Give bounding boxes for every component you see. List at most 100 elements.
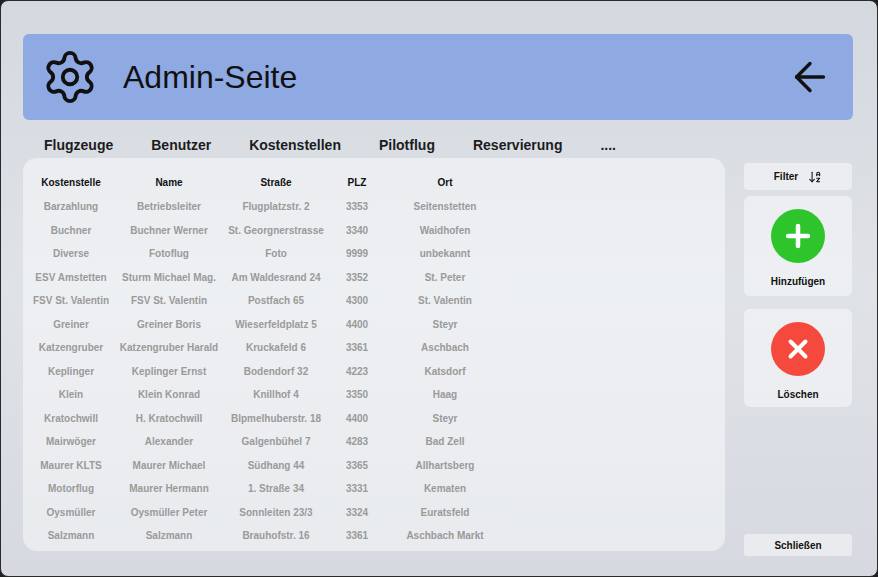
table-cell: Greiner Boris [119, 319, 219, 330]
table-cell: 3361 [333, 530, 381, 541]
arrow-left-icon [787, 54, 833, 100]
tab[interactable]: Flugzeuge [44, 137, 113, 153]
table-cell: Bodendorf 32 [219, 366, 333, 377]
table-cell: Alexander [119, 436, 219, 447]
table-cell: Foto [219, 248, 333, 259]
action-label: Löschen [777, 389, 818, 401]
tab-bar: Flugzeuge Benutzer Kostenstellen Pilotflug R… [23, 120, 853, 158]
table-cell: Aschbach Markt [381, 530, 509, 541]
cost-center-table: KostenstelleNameStraßePLZOrt BarzahlungBe… [23, 158, 725, 551]
table-row[interactable]: KatzengruberKatzengruber HaraldKruckafel… [23, 336, 725, 360]
table-cell: Buchner [23, 225, 119, 236]
table-cell: Katzengruber [23, 342, 119, 353]
tab[interactable]: Pilotflug [379, 137, 435, 153]
sort-az-icon [808, 170, 822, 184]
table-cell: Oysmüller Peter [119, 507, 219, 518]
filter-button[interactable]: Filter [744, 163, 852, 190]
table-cell: Keplinger Ernst [119, 366, 219, 377]
column-header[interactable]: Straße [219, 177, 333, 188]
delete-circle [771, 322, 825, 376]
table-row[interactable]: OysmüllerOysmüller PeterSonnleiten 23/33… [23, 501, 725, 525]
table-cell: Mairwöger [23, 436, 119, 447]
table-cell: Aschbach [381, 342, 509, 353]
table-cell: 3350 [333, 389, 381, 400]
table-row[interactable]: MotorflugMaurer Hermann1. Straße 343331K… [23, 477, 725, 501]
column-header[interactable]: PLZ [333, 177, 381, 188]
table-cell: Blpmelhuberstr. 18 [219, 413, 333, 424]
table-cell: Seitenstetten [381, 201, 509, 212]
table-cell: Klein Konrad [119, 389, 219, 400]
back-button[interactable] [787, 54, 833, 100]
table-cell: St. Valentin [381, 295, 509, 306]
table-cell: Postfach 65 [219, 295, 333, 306]
table-cell: Allhartsberg [381, 460, 509, 471]
tab[interactable]: Benutzer [151, 137, 211, 153]
table-cell: 1. Straße 34 [219, 483, 333, 494]
table-row[interactable]: BarzahlungBetriebsleiterFlugplatzstr. 23… [23, 195, 725, 219]
header-bar: Admin-Seite [23, 34, 853, 120]
table-cell: Fotoflug [119, 248, 219, 259]
table-cell: Barzahlung [23, 201, 119, 212]
table-cell: 3340 [333, 225, 381, 236]
table-cell: Sonnleiten 23/3 [219, 507, 333, 518]
table-cell: 4400 [333, 319, 381, 330]
table-cell: St. Peter [381, 272, 509, 283]
table-cell: Klein [23, 389, 119, 400]
table-cell: Sturm Michael Mag. [119, 272, 219, 283]
add-button[interactable]: Hinzufügen [744, 196, 852, 296]
table-header-row: KostenstelleNameStraßePLZOrt [23, 172, 725, 192]
x-icon [783, 334, 813, 364]
table-cell: Betriebsleiter [119, 201, 219, 212]
table-row[interactable]: DiverseFotoflugFoto9999unbekannt [23, 242, 725, 266]
table-row[interactable]: KeplingerKeplinger ErnstBodendorf 324223… [23, 360, 725, 384]
table-cell: Galgenbühel 7 [219, 436, 333, 447]
content-area: KostenstelleNameStraßePLZOrt BarzahlungBe… [23, 158, 853, 556]
table-row[interactable]: GreinerGreiner BorisWieserfeldplatz 5440… [23, 313, 725, 337]
table-cell: 3353 [333, 201, 381, 212]
table-cell: Maurer KLTS [23, 460, 119, 471]
table-cell: 3352 [333, 272, 381, 283]
page-title: Admin-Seite [123, 59, 763, 96]
table-cell: Maurer Hermann [119, 483, 219, 494]
table-cell: Kratochwill [23, 413, 119, 424]
delete-button[interactable]: Löschen [744, 309, 852, 407]
table-cell: Knillhof 4 [219, 389, 333, 400]
close-button[interactable]: Schließen [744, 534, 852, 556]
table-row[interactable]: BuchnerBuchner WernerSt. Georgnerstrasse… [23, 219, 725, 243]
column-header[interactable]: Name [119, 177, 219, 188]
column-header[interactable]: Kostenstelle [23, 177, 119, 188]
table-row[interactable]: Maurer KLTSMaurer MichaelSüdhang 443365A… [23, 454, 725, 478]
table-cell: 4283 [333, 436, 381, 447]
table-cell: Brauhofstr. 16 [219, 530, 333, 541]
table-cell: Waidhofen [381, 225, 509, 236]
table-cell: 3361 [333, 342, 381, 353]
table-cell: 3324 [333, 507, 381, 518]
table-cell: Haag [381, 389, 509, 400]
table-cell: Wieserfeldplatz 5 [219, 319, 333, 330]
table-cell: Oysmüller [23, 507, 119, 518]
table-row[interactable]: MairwögerAlexanderGalgenbühel 74283Bad Z… [23, 430, 725, 454]
tab[interactable]: .... [600, 137, 616, 153]
table-cell: Euratsfeld [381, 507, 509, 518]
gear-icon [41, 48, 99, 106]
table-cell: unbekannt [381, 248, 509, 259]
admin-window: Admin-Seite Flugzeuge Benutzer Kostenstelle… [0, 0, 878, 577]
table-row[interactable]: FSV St. ValentinFSV St. ValentinPostfach… [23, 289, 725, 313]
add-circle [771, 209, 825, 263]
table-row[interactable]: ESV AmstettenSturm Michael Mag.Am Waldes… [23, 266, 725, 290]
table-cell: Greiner [23, 319, 119, 330]
table-row[interactable]: SalzmannSalzmannBrauhofstr. 163361Aschba… [23, 524, 725, 548]
table-cell: Kematen [381, 483, 509, 494]
tab[interactable]: Kostenstellen [249, 137, 341, 153]
table-row[interactable]: KleinKlein KonradKnillhof 43350Haag [23, 383, 725, 407]
column-header[interactable]: Ort [381, 177, 509, 188]
table-cell: St. Georgnerstrasse [219, 225, 333, 236]
table-row[interactable]: KratochwillH. KratochwillBlpmelhuberstr.… [23, 407, 725, 431]
table-cell: Steyr [381, 413, 509, 424]
table-cell: 4223 [333, 366, 381, 377]
table-cell: Katzengruber Harald [119, 342, 219, 353]
table-cell: 3331 [333, 483, 381, 494]
tab[interactable]: Reservierung [473, 137, 562, 153]
table-cell: Steyr [381, 319, 509, 330]
table-cell: Südhang 44 [219, 460, 333, 471]
